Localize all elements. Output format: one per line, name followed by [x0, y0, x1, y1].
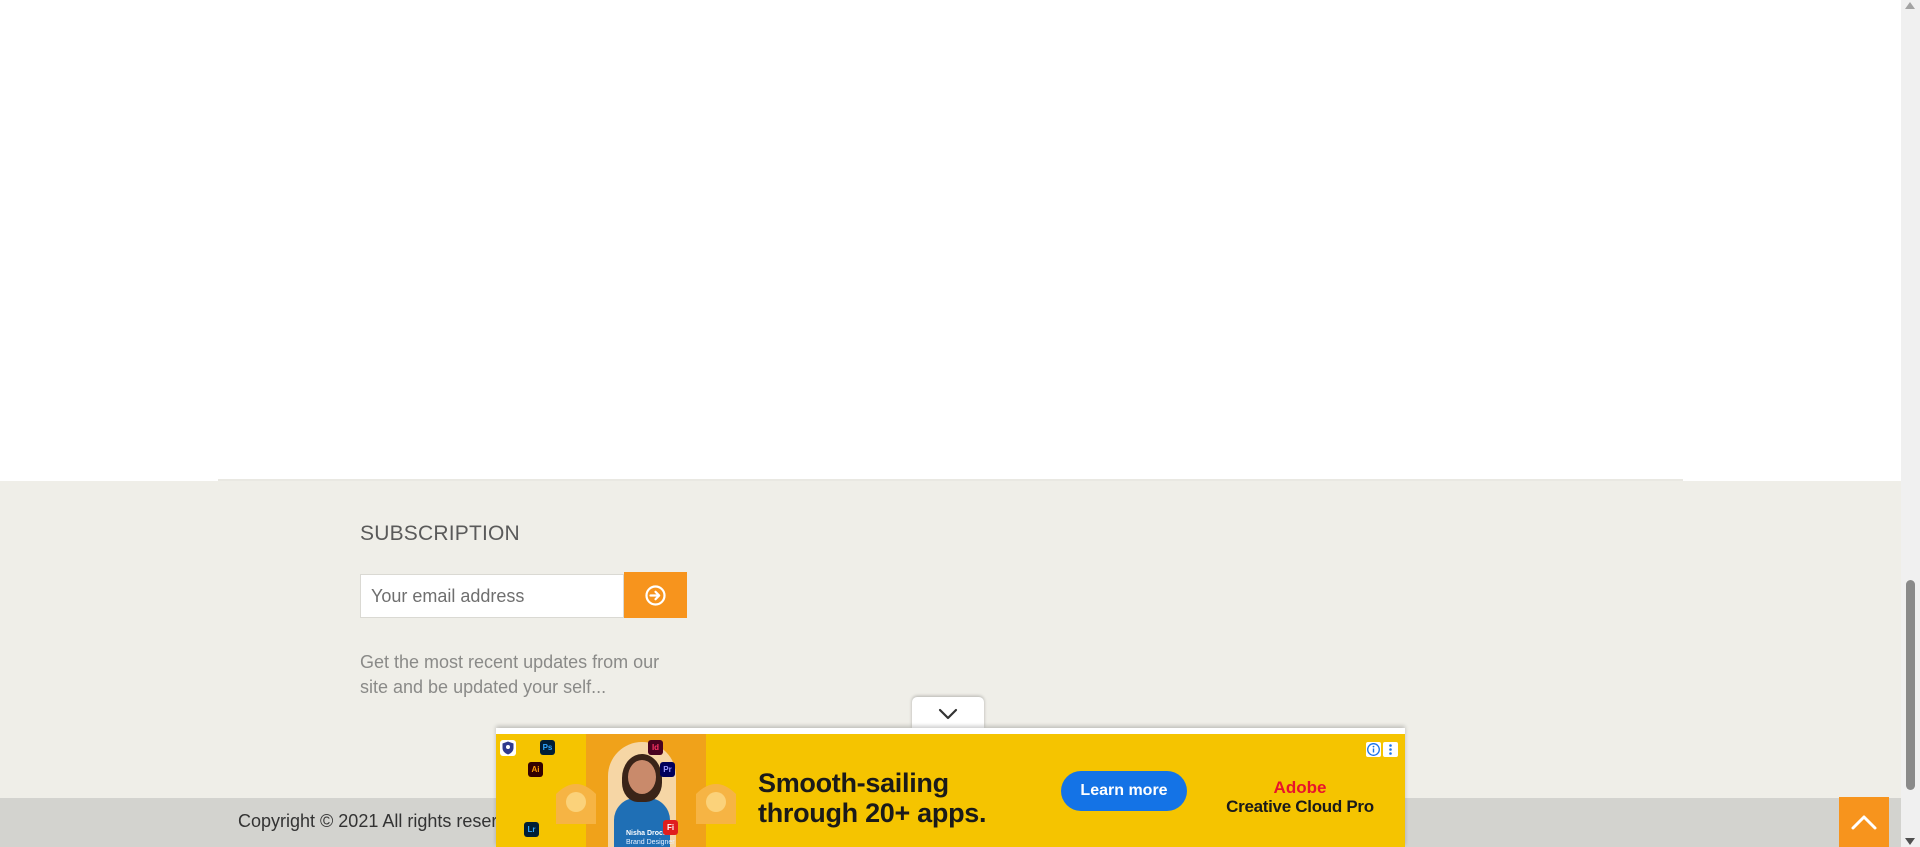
ad-more-options-icon[interactable]	[1383, 742, 1398, 757]
premiere-icon: Pr	[660, 762, 675, 777]
illustrator-icon: Ai	[528, 762, 543, 777]
learn-more-button[interactable]: Learn more	[1061, 771, 1187, 811]
vertical-scrollbar[interactable]	[1901, 0, 1920, 847]
chevron-up-icon	[1851, 815, 1877, 830]
subscription-title: SUBSCRIPTION	[360, 522, 520, 545]
scroll-up-arrow-icon[interactable]	[1905, 2, 1915, 9]
adobe-brand-name: Adobe	[1273, 778, 1327, 797]
scroll-down-arrow-icon[interactable]	[1905, 838, 1915, 845]
back-to-top-button[interactable]	[1839, 797, 1889, 847]
chevron-down-icon	[938, 708, 958, 720]
ad-collapse-tab[interactable]	[912, 697, 984, 728]
ad-person-face	[628, 760, 656, 794]
arrow-circle-right-icon	[645, 585, 666, 606]
ad-info-icon[interactable]	[1366, 742, 1381, 757]
subscribe-button[interactable]	[624, 572, 687, 618]
ad-person-role: Brand Designer	[626, 839, 675, 846]
lightroom-icon: Lr	[524, 822, 539, 837]
ad-illustration: Nisha Droch Brand Designer Ps Ai Id Pr L…	[524, 734, 746, 847]
ad-person-name: Nisha Droch	[626, 830, 668, 837]
page-content-blank	[0, 0, 1901, 479]
indesign-icon: Id	[648, 740, 663, 755]
ad-creative[interactable]: Nisha Droch Brand Designer Ps Ai Id Pr L…	[496, 734, 1405, 847]
copyright-text: Copyright © 2021 All rights reserv	[238, 811, 507, 831]
ad-headline: Smooth-sailing through 20+ apps.	[758, 768, 986, 828]
subscription-description: Get the most recent updates from our sit…	[360, 652, 660, 697]
ad-headline-line2: through 20+ apps.	[758, 798, 987, 828]
ad-headline-line1: Smooth-sailing	[758, 768, 949, 798]
ad-banner[interactable]: Nisha Droch Brand Designer Ps Ai Id Pr L…	[496, 728, 1405, 847]
fresco-icon: Fi	[663, 820, 678, 835]
ad-privacy-icon[interactable]	[500, 740, 516, 756]
scrollbar-thumb[interactable]	[1906, 580, 1915, 790]
creative-cloud-label: Creative Cloud Pro	[1226, 797, 1374, 816]
email-field[interactable]	[360, 574, 624, 618]
photoshop-icon: Ps	[540, 740, 555, 755]
adobe-logo: Adobe Creative Cloud Pro	[1216, 778, 1384, 816]
